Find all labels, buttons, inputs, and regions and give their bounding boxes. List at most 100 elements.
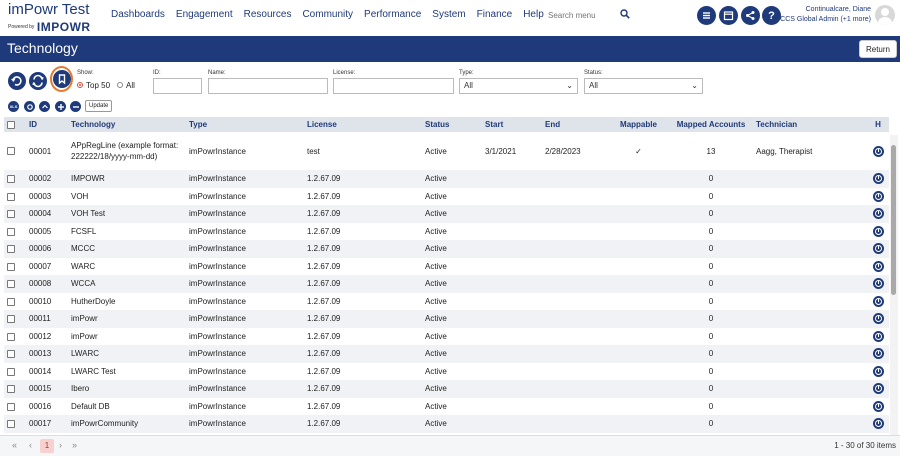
status-filter-select[interactable]: All ⌄ [584,78,703,94]
search-icon[interactable] [620,9,630,19]
scroll-thumb[interactable] [891,145,896,295]
row-checkbox[interactable] [7,227,15,236]
table-row[interactable]: 00006 MCCC imPowrInstance 1.2.67.09 Active 0 [4,240,889,258]
col-id[interactable]: ID [26,117,68,132]
first-page-button[interactable]: « [12,440,17,450]
name-filter-input[interactable] [208,78,328,94]
col-end[interactable]: End [542,117,608,132]
table-row[interactable]: 00016 Default DB imPowrInstance 1.2.67.09 Ac… [4,398,889,416]
all-radio[interactable] [117,82,123,88]
user-role[interactable]: CCS Global Admin (+1 more) [780,16,871,23]
history-icon[interactable] [872,418,884,430]
col-h[interactable]: H [867,117,889,132]
table-row[interactable]: 00011 imPowr imPowrInstance 1.2.67.09 Active… [4,310,889,328]
refresh-icon[interactable] [29,72,47,90]
row-checkbox[interactable] [7,420,15,429]
current-page-button[interactable]: 1 [40,439,54,453]
search-input[interactable] [544,7,632,23]
last-page-button[interactable]: » [72,440,77,450]
history-icon[interactable] [872,313,884,325]
nav-system[interactable]: System [432,9,465,20]
col-license[interactable]: License [304,117,422,132]
avatar[interactable] [875,5,895,25]
history-icon[interactable] [872,173,884,185]
update-button[interactable]: Update [85,100,113,112]
row-checkbox[interactable] [7,332,15,341]
row-checkbox[interactable] [7,147,15,156]
row-checkbox[interactable] [7,367,15,376]
id-filter-input[interactable] [153,78,202,94]
history-icon[interactable] [872,190,884,202]
return-button[interactable]: Return [858,40,897,58]
share-icon[interactable] [741,6,760,25]
row-checkbox[interactable] [7,402,15,411]
history-icon[interactable] [872,243,884,255]
list-icon[interactable] [697,6,716,25]
add-icon[interactable] [55,101,66,112]
table-row[interactable]: 00004 VOH Test imPowrInstance 1.2.67.09 Acti… [4,205,889,223]
table-row[interactable]: 00008 WCCA imPowrInstance 1.2.67.09 Active 0 [4,275,889,293]
col-status[interactable]: Status [422,117,482,132]
history-icon[interactable] [872,295,884,307]
nav-resources[interactable]: Resources [244,9,292,20]
row-checkbox[interactable] [7,385,15,394]
nav-performance[interactable]: Performance [364,9,421,20]
col-mapped-accounts[interactable]: Mapped Accounts [669,117,753,132]
nav-dashboards[interactable]: Dashboards [111,9,165,20]
nav-engagement[interactable]: Engagement [176,9,233,20]
table-row[interactable]: 00002 IMPOWR imPowrInstance 1.2.67.09 Active… [4,170,889,188]
vertical-scrollbar[interactable] [890,135,898,435]
row-checkbox[interactable] [7,210,15,219]
col-technology[interactable]: Technology [68,117,186,132]
table-row[interactable]: 00001 APpRegLine (example format: 222222/… [4,132,889,170]
table-row[interactable]: 00013 LWARC imPowrInstance 1.2.67.09 Active 0 [4,345,889,363]
row-checkbox[interactable] [7,297,15,306]
remove-icon[interactable] [70,101,81,112]
row-checkbox[interactable] [7,192,15,201]
col-technician[interactable]: Technician [753,117,867,132]
history-icon[interactable] [872,278,884,290]
calendar-icon[interactable] [719,6,738,25]
history-icon[interactable] [872,348,884,360]
history-icon[interactable] [872,260,884,272]
top50-radio[interactable] [77,82,83,88]
user-name[interactable]: Continualcare, Diane [806,6,871,13]
license-filter-input[interactable] [333,78,454,94]
collapse-icon[interactable] [39,101,50,112]
history-icon[interactable] [872,208,884,220]
history-icon[interactable] [872,365,884,377]
history-icon[interactable] [872,145,884,157]
history-icon[interactable] [872,400,884,412]
history-icon[interactable] [872,383,884,395]
type-filter-select[interactable]: All ⌄ [459,78,578,94]
col-type[interactable]: Type [186,117,304,132]
table-row[interactable]: 00003 VOH imPowrInstance 1.2.67.09 Active 0 [4,188,889,206]
table-row[interactable]: 00014 LWARC Test imPowrInstance 1.2.67.09 Ac… [4,363,889,381]
row-checkbox[interactable] [7,262,15,271]
row-checkbox[interactable] [7,280,15,289]
prev-page-button[interactable]: ‹ [29,440,32,450]
col-mappable[interactable]: Mappable [608,117,669,132]
row-checkbox[interactable] [7,350,15,359]
row-checkbox[interactable] [7,315,15,324]
nav-finance[interactable]: Finance [477,9,513,20]
undo-icon[interactable] [8,72,26,90]
history-icon[interactable] [872,225,884,237]
col-start[interactable]: Start [482,117,542,132]
row-checkbox[interactable] [7,245,15,254]
table-row[interactable]: 00005 FCSFL imPowrInstance 1.2.67.09 Active 0 [4,223,889,241]
table-row[interactable]: 00010 HutherDoyle imPowrInstance 1.2.67.09 A… [4,293,889,311]
table-row[interactable]: 00012 imPowr imPowrInstance 1.2.67.09 Active… [4,328,889,346]
nav-help[interactable]: Help [523,9,544,20]
select-all-checkbox[interactable] [7,120,15,129]
nav-community[interactable]: Community [302,9,353,20]
table-row[interactable]: 00015 Ibero imPowrInstance 1.2.67.09 Active 0 [4,380,889,398]
next-page-button[interactable]: › [59,440,62,450]
table-row[interactable]: 00017 imPowrCommunity imPowrInstance 1.2.67… [4,415,889,433]
table-row[interactable]: 00007 WARC imPowrInstance 1.2.67.09 Active 0 [4,258,889,276]
xls-export-icon[interactable]: XLS [8,101,19,112]
row-checkbox[interactable] [7,175,15,184]
history-icon[interactable] [872,330,884,342]
settings-icon[interactable] [24,101,35,112]
help-icon[interactable]: ? [762,6,781,25]
